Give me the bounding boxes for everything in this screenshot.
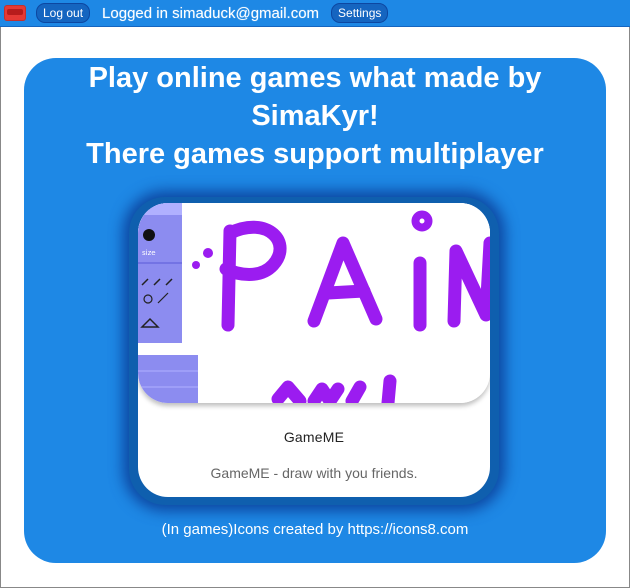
headline-line-2: SimaKyr! — [251, 100, 379, 132]
game-card[interactable]: size GameME GameME - draw with you frien… — [138, 203, 490, 497]
page-title: Play online games what made by SimaKyr! … — [24, 59, 606, 173]
game-thumbnail[interactable]: size — [138, 203, 490, 403]
svg-text:size: size — [142, 249, 156, 257]
flag-icon[interactable] — [4, 5, 26, 21]
headline-line-3: There games support multiplayer — [86, 138, 544, 170]
game-title[interactable]: GameME — [138, 429, 490, 445]
game-description: GameME - draw with you friends. — [210, 465, 418, 481]
main-panel: Play online games what made by SimaKyr! … — [24, 58, 606, 563]
icons-credit: (In games)Icons created by https://icons… — [161, 521, 469, 538]
logout-button[interactable]: Log out — [36, 3, 91, 23]
settings-button[interactable]: Settings — [331, 3, 389, 23]
paint-preview-image: size — [138, 203, 490, 403]
brush-dot-icon — [143, 229, 155, 241]
top-bar: Log out Logged in simaduck@gmail.com Set… — [0, 0, 630, 27]
logged-in-text: Logged in simaduck@gmail.com — [102, 4, 320, 22]
toolbar-panel — [138, 203, 182, 343]
headline-line-1: Play online games what made by — [88, 62, 542, 94]
